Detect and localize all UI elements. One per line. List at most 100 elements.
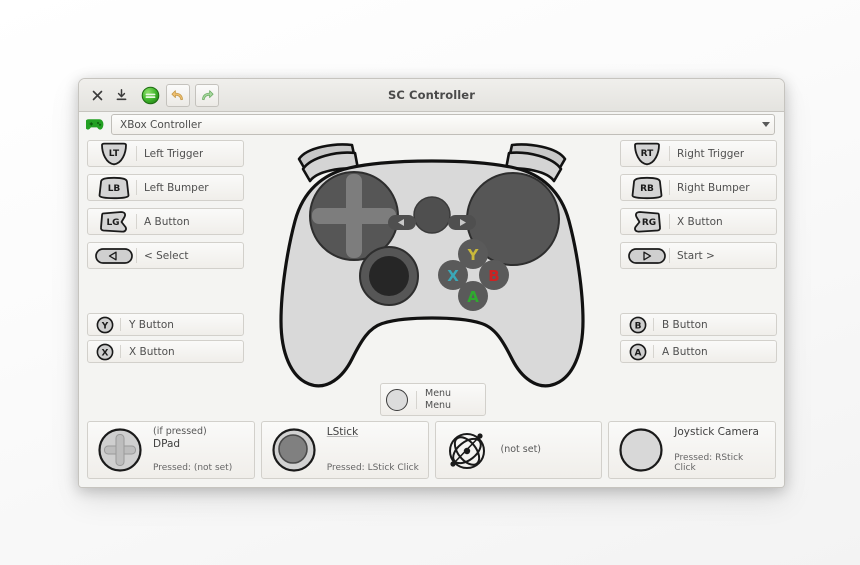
divider [653,345,654,358]
binding-label-lg: A Button [144,215,190,228]
binding-label-a: A Button [662,345,708,358]
divider [136,248,137,263]
x-button-icon: X [94,343,116,361]
menu-labels: Menu Menu [425,388,451,411]
start-pill-icon [627,246,667,266]
binding-label-b: B Button [662,318,708,331]
menu-circle-icon [386,388,408,411]
binding-row-start[interactable]: Start > [620,242,777,269]
face-button-x: X [447,267,459,285]
panel-gyro-main: (not set) [500,444,542,455]
window-body: Y X B A Menu Menu LT Left Trigger LB Lef… [79,137,784,487]
svg-text:RT: RT [641,149,655,159]
binding-label-x: X Button [129,345,175,358]
lg-grip-icon: LG [94,210,134,234]
binding-label-y: Y Button [129,318,174,331]
panel-gyro-info: (not set) [501,426,594,474]
save-icon[interactable] [110,84,132,106]
back-button [388,215,416,230]
pad-binding-panels: (if pressed) DPad Pressed: (not set) LSt… [87,421,776,479]
controller-diagram: Y X B A [251,137,613,395]
svg-text:LT: LT [109,149,120,159]
panel-lstick-main: LStick [326,426,359,438]
divider [669,180,670,195]
right-button-column: RT Right Trigger RB Right Bumper RG X Bu… [620,140,777,276]
divider [136,180,137,195]
lstick-icon [270,426,318,474]
steam-button [413,196,451,234]
binding-row-b[interactable]: B B Button [620,313,777,336]
svg-text:Y: Y [101,321,109,331]
gamepad-icon [86,118,104,131]
b-button-icon: B [627,316,649,334]
binding-row-y[interactable]: Y Y Button [87,313,244,336]
select-pill-icon [94,246,134,266]
left-face-binding-group: Y Y Button X X Button [87,313,244,367]
forward-button [448,215,476,230]
face-button-a: A [467,288,479,306]
panel-dpad-sub: (if pressed) [153,426,207,437]
dpad-icon [96,426,144,474]
app-status-icon[interactable] [139,84,161,106]
right-face-binding-group: B B Button A A Button [620,313,777,367]
binding-label-lb: Left Bumper [144,181,209,194]
sc-controller-window: SC Controller XBox Controller Y X B A Me… [78,78,785,488]
profile-bar: XBox Controller [79,112,784,137]
binding-row-select[interactable]: < Select [87,242,244,269]
left-button-column: LT Left Trigger LB Left Bumper LG A Butt… [87,140,244,276]
binding-row-rt[interactable]: RT Right Trigger [620,140,777,167]
binding-row-rb[interactable]: RB Right Bumper [620,174,777,201]
binding-row-x[interactable]: X X Button [87,340,244,363]
close-icon[interactable] [86,84,108,106]
divider [120,345,121,358]
panel-lstick[interactable]: LStick Pressed: LStick Click [260,421,429,479]
window-titlebar: SC Controller [79,79,784,112]
menu-line-1: Menu [425,388,452,399]
svg-text:RB: RB [640,184,654,194]
menu-line-2: Menu [425,399,452,411]
panel-dpad[interactable]: (if pressed) DPad Pressed: (not set) [87,421,255,479]
rg-grip-icon: RG [627,210,667,234]
lb-bumper-icon: LB [94,176,134,200]
divider [669,248,670,263]
profile-value: XBox Controller [120,118,202,131]
panel-dpad-main: DPad [153,438,181,450]
divider [136,146,137,161]
binding-label-select: < Select [144,249,189,262]
profile-dropdown[interactable]: XBox Controller [111,114,775,135]
lt-trigger-icon: LT [94,142,134,166]
binding-row-lb[interactable]: LB Left Bumper [87,174,244,201]
panel-rstick-main: Joystick Camera [674,426,759,438]
binding-row-lt[interactable]: LT Left Trigger [87,140,244,167]
rb-bumper-icon: RB [627,176,667,200]
panel-dpad-info: (if pressed) DPad Pressed: (not set) [153,426,246,474]
divider [120,318,121,331]
menu-button-binding[interactable]: Menu Menu [380,383,486,416]
panel-lstick-press: Pressed: LStick Click [326,463,419,473]
redo-button[interactable] [195,83,219,107]
svg-text:LB: LB [108,184,121,194]
svg-text:B: B [635,321,642,331]
rstick-icon [617,426,665,474]
titlebar-controls [79,83,219,107]
panel-rstick-info: Joystick Camera Pressed: RStick Click [674,426,767,474]
binding-label-rg: X Button [677,215,723,228]
panel-rstick-press: Pressed: RStick Click [674,453,744,473]
binding-row-rg[interactable]: RG X Button [620,208,777,235]
a-button-icon: A [627,343,649,361]
divider [416,390,417,409]
undo-button[interactable] [166,83,190,107]
chevron-down-icon [762,122,770,127]
divider [669,146,670,161]
binding-row-lg[interactable]: LG A Button [87,208,244,235]
face-button-b: B [488,267,499,285]
binding-row-a[interactable]: A A Button [620,340,777,363]
rt-trigger-icon: RT [627,142,667,166]
svg-text:LG: LG [106,218,119,228]
binding-label-lt: Left Trigger [144,147,204,160]
panel-rstick[interactable]: Joystick Camera Pressed: RStick Click [608,421,776,479]
divider [653,318,654,331]
panel-lstick-info: LStick Pressed: LStick Click [327,426,420,474]
panel-gyro[interactable]: (not set) [434,421,603,479]
binding-label-rb: Right Bumper [677,181,750,194]
